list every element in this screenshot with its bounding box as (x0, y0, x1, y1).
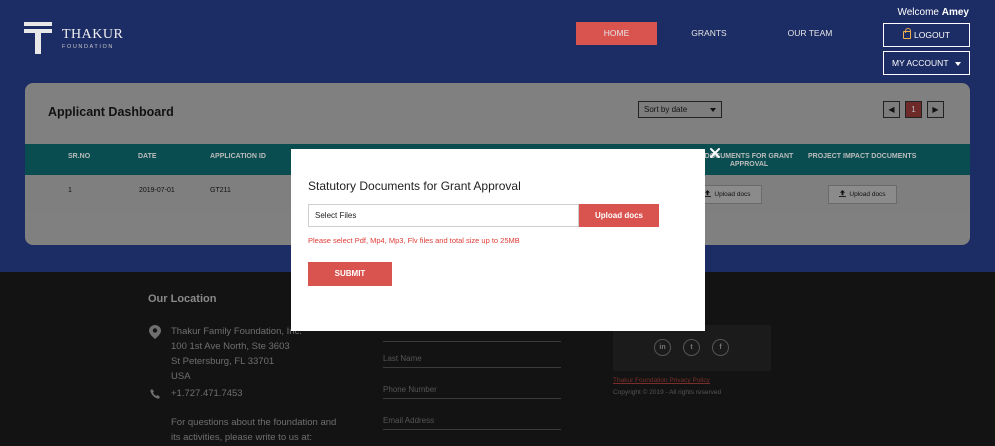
upload-docs-button[interactable]: Upload docs (579, 204, 659, 227)
upload-docs-modal: Statutory Documents for Grant Approval S… (291, 149, 705, 331)
submit-button[interactable]: SUBMIT (308, 262, 392, 286)
close-icon[interactable] (709, 147, 721, 159)
select-files-input[interactable]: Select Files (308, 204, 579, 227)
modal-overlay: Statutory Documents for Grant Approval S… (0, 0, 995, 446)
modal-title: Statutory Documents for Grant Approval (308, 179, 521, 193)
file-type-hint: Please select Pdf, Mp4, Mp3, Flv files a… (308, 236, 520, 245)
